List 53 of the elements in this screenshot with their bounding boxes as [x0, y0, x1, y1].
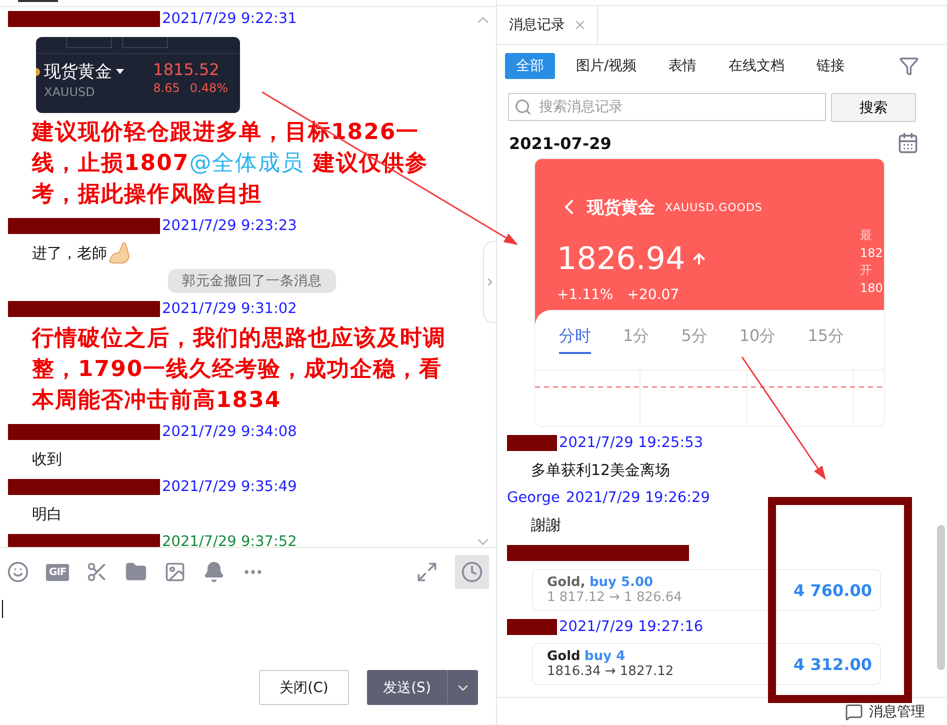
message-time: 2021/7/29 9:34:08: [162, 424, 297, 440]
profit-amount: 4 760.00: [794, 580, 872, 600]
close-button[interactable]: 关闭(C): [259, 670, 349, 705]
message-time: 2021/7/29 9:23:23: [162, 218, 297, 234]
message-text: 多单获利12美金离场: [531, 460, 670, 480]
message-time: 2021/7/29 9:37:52: [162, 534, 297, 547]
message-time: 2021/7/29 9:35:49: [162, 479, 297, 495]
message-time: 2021/7/29 19:27:16: [559, 619, 704, 635]
stat-text: 最: [860, 227, 873, 244]
filter-tab[interactable]: 全部: [505, 53, 555, 79]
stat-text: 开: [860, 262, 873, 279]
asset-name: Gold,: [547, 575, 586, 590]
price: 1815.52: [153, 60, 220, 79]
asset-name: Gold: [547, 649, 580, 664]
recall-notice: 郭元金撤回了一条消息: [168, 269, 336, 293]
filter-tab[interactable]: 表情: [658, 53, 708, 79]
message-text: 明白: [32, 504, 62, 524]
profit-amount: 4 312.00: [794, 654, 872, 674]
filter-tab[interactable]: 图片/视频: [565, 53, 648, 79]
message-time: 2021/7/29 19:26:29: [566, 490, 710, 506]
message-manager-link[interactable]: 消息管理: [869, 702, 925, 720]
percent-change: 0.48%: [190, 81, 228, 95]
price-change: +20.07: [627, 287, 680, 303]
price: 1826.94: [557, 241, 686, 277]
message-time: 2021/7/29 9:22:31: [162, 11, 297, 27]
search-field[interactable]: 搜索消息记录: [508, 93, 826, 121]
symbol-name: 现货黄金: [44, 61, 112, 83]
message-text: 建议现价轻仓跟进多单，目标1826一线，止损1807@全体成员 建议仅供参考，据此操作风险自担: [32, 119, 429, 209]
message-text: 行情破位之后，我们的思路也应该及时调整，1790一线久经考验，成功企稳，看本周能否冲击前高1834: [32, 324, 447, 415]
message-time: 2021/7/29 9:31:02: [162, 301, 297, 317]
message-text: 謝謝: [531, 516, 561, 534]
percent-change: +1.11%: [557, 287, 614, 303]
symbol-name: 现货黄金: [587, 196, 655, 218]
message-text: 收到: [32, 450, 62, 468]
sender-name: George: [507, 490, 560, 506]
price-change: 8.65: [153, 81, 180, 95]
stat-text: 180: [860, 281, 884, 295]
history-tab[interactable]: 消息记录: [497, 6, 598, 44]
filter-tab[interactable]: 链接: [806, 53, 856, 79]
search-button[interactable]: 搜索: [831, 93, 916, 122]
trade-prices: 1 817.12 → 1 826.64: [547, 590, 682, 605]
trade-prices: 1816.34 → 1827.12: [547, 664, 674, 679]
trade-action: buy 4: [584, 649, 626, 664]
stat-text: 182: [860, 246, 884, 260]
symbol-code: XAUUSD.GOODS: [665, 200, 762, 214]
gif-button[interactable]: GIF: [46, 564, 70, 580]
message-text: 进了，老師: [32, 244, 107, 262]
symbol-code: XAUUSD: [43, 85, 96, 99]
message-time: 2021/7/29 19:25:53: [559, 435, 704, 451]
date-heading: 2021-07-29: [509, 134, 612, 152]
period-tab[interactable]: 分时: [559, 326, 591, 354]
filter-tab[interactable]: 在线文档: [718, 53, 796, 79]
trade-action: buy 5.00: [589, 575, 654, 590]
